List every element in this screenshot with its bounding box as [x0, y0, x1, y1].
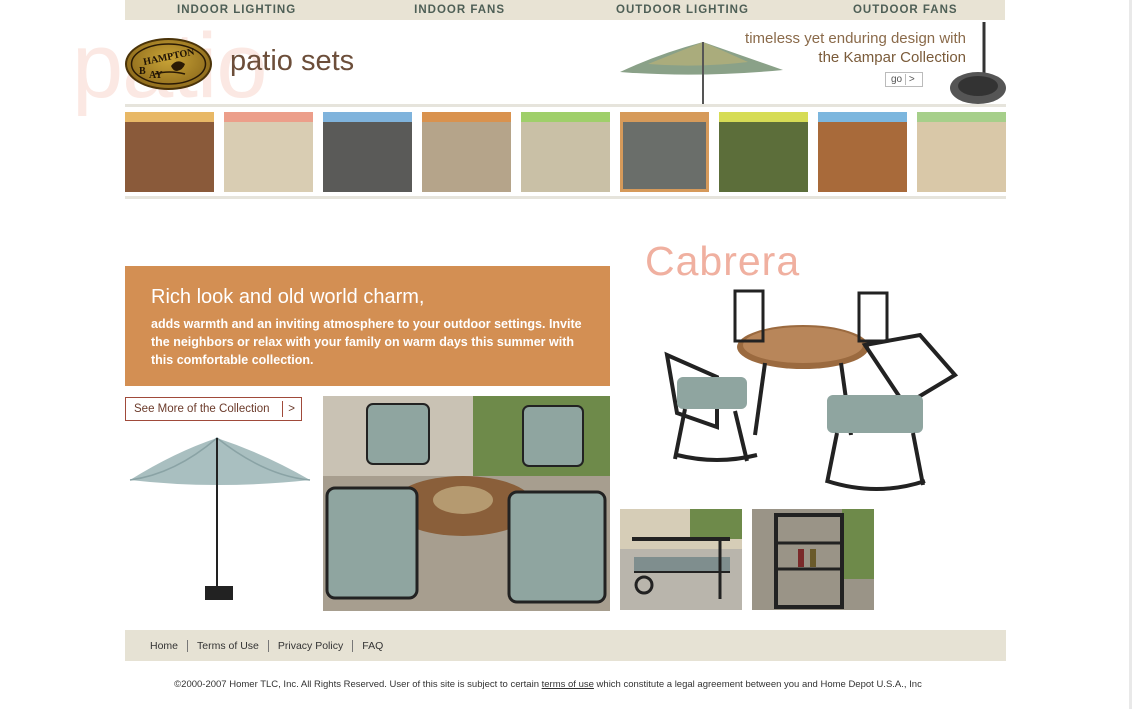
copyright-text-end: which constitute a legal agreement betwe…: [593, 679, 922, 690]
thumb-photo: [521, 122, 610, 192]
svg-text:AY: AY: [149, 70, 163, 81]
hampton-bay-logo[interactable]: HAMPTON B AY: [125, 38, 212, 90]
thumb-collection-1[interactable]: [125, 112, 214, 192]
lifestyle-patio-photo[interactable]: [323, 396, 610, 611]
thumb-collection-6-selected[interactable]: [620, 112, 709, 192]
banner-heading: Rich look and old world charm,: [151, 286, 425, 308]
thumb-photo: [224, 122, 313, 192]
copyright-text: ©2000-2007 Homer TLC, Inc. All Rights Re…: [174, 679, 542, 690]
thumb-band: [125, 112, 214, 122]
footer-separator: [187, 639, 189, 652]
thumb-collection-9[interactable]: [917, 112, 1006, 192]
cabrera-set-image[interactable]: [655, 285, 960, 500]
footer-separator: [267, 639, 269, 652]
thumb-band: [422, 112, 511, 122]
see-more-collection-button[interactable]: See More of the Collection >: [125, 397, 302, 421]
footer-privacy-link[interactable]: Privacy Policy: [278, 640, 343, 652]
thumb-photo: [917, 122, 1006, 192]
nav-indoor-fans[interactable]: INDOOR FANS: [414, 0, 505, 20]
logo-lettering: HAMPTON: [142, 46, 196, 68]
bar-cart-image[interactable]: [752, 509, 874, 610]
thumb-photo: [623, 122, 706, 189]
thumb-band: [719, 112, 808, 122]
umbrella-image[interactable]: [125, 430, 315, 610]
thumb-photo: [818, 122, 907, 192]
terms-of-use-link[interactable]: terms of use: [542, 679, 594, 690]
thumb-band: [323, 112, 412, 122]
footer-home-link[interactable]: Home: [150, 640, 178, 652]
thumb-collection-3[interactable]: [323, 112, 412, 192]
collection-thumbnails: [125, 112, 1006, 192]
svg-text:B: B: [139, 66, 146, 77]
thumb-divider-top: [125, 104, 1006, 107]
top-navigation: INDOOR LIGHTING INDOOR FANS OUTDOOR LIGH…: [125, 0, 1005, 20]
footer-terms-link[interactable]: Terms of Use: [197, 640, 259, 652]
thumb-collection-8[interactable]: [818, 112, 907, 192]
promo-go-button[interactable]: go >: [885, 72, 923, 87]
go-label: go: [891, 74, 903, 85]
collection-description-banner: Rich look and old world charm, adds warm…: [125, 266, 610, 386]
nav-outdoor-lighting[interactable]: OUTDOOR LIGHTING: [616, 0, 749, 20]
see-more-label: See More of the Collection: [134, 403, 270, 415]
thumb-photo: [125, 122, 214, 192]
banner-body: adds warmth and an inviting atmosphere t…: [151, 317, 582, 367]
thumb-collection-5[interactable]: [521, 112, 610, 192]
thumb-photo: [422, 122, 511, 192]
kampar-promo-banner[interactable]: timeless yet enduring design with the Ka…: [618, 22, 1006, 104]
footer-separator: [352, 639, 354, 652]
thumb-collection-7[interactable]: [719, 112, 808, 192]
thumb-divider-bottom: [125, 196, 1006, 199]
thumb-photo: [323, 122, 412, 192]
promo-tagline: timeless yet enduring design with: [745, 30, 966, 47]
thumb-photo: [719, 122, 808, 192]
footer-nav: Home Terms of Use Privacy Policy FAQ: [125, 630, 1006, 661]
thumb-band: [521, 112, 610, 122]
copyright-notice: ©2000-2007 Homer TLC, Inc. All Rights Re…: [0, 679, 1132, 690]
thumb-band: [917, 112, 1006, 122]
promo-collection-name: the Kampar Collection: [818, 49, 966, 66]
serving-cart-image[interactable]: [620, 509, 742, 610]
arrow-right-icon: >: [282, 401, 295, 417]
thumb-band: [224, 112, 313, 122]
thumb-collection-2[interactable]: [224, 112, 313, 192]
go-arrow-icon: >: [904, 74, 915, 85]
nav-indoor-lighting[interactable]: INDOOR LIGHTING: [177, 0, 296, 20]
collection-title: Cabrera: [645, 238, 801, 284]
page-title: patio sets: [230, 45, 355, 77]
thumb-collection-4[interactable]: [422, 112, 511, 192]
nav-outdoor-fans[interactable]: OUTDOOR FANS: [853, 0, 958, 20]
thumb-band: [818, 112, 907, 122]
footer-faq-link[interactable]: FAQ: [362, 640, 383, 652]
